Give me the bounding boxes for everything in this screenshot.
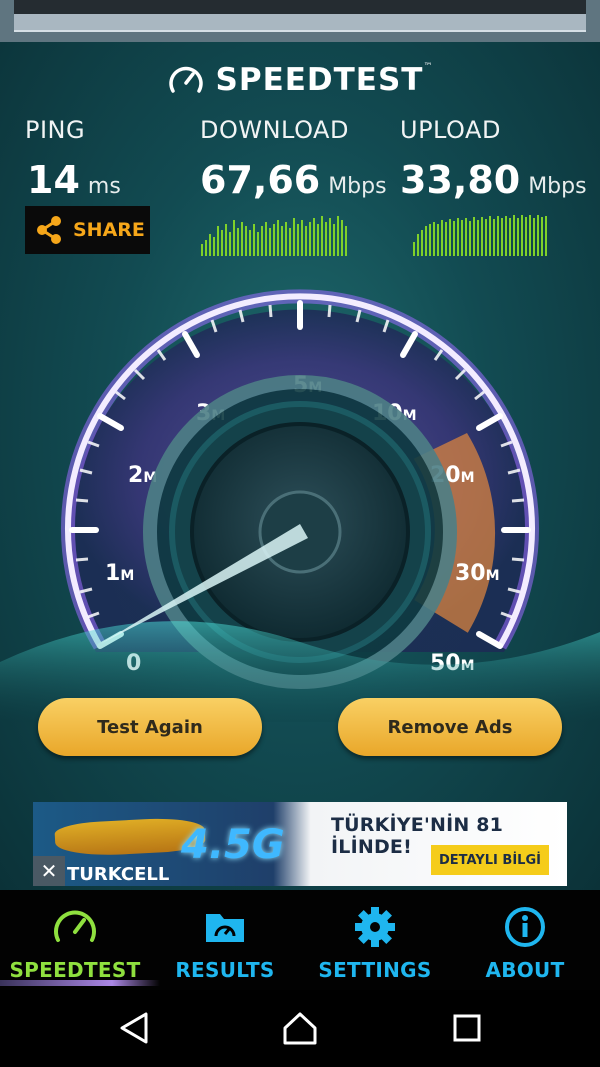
upload-label: UPLOAD: [400, 116, 501, 144]
ping-label: PING: [25, 116, 86, 144]
tab-about-label: ABOUT: [485, 958, 565, 982]
ad-brand: TURKCELL: [67, 864, 170, 885]
ad-tag: 4.5G: [181, 822, 285, 868]
tab-settings[interactable]: SETTINGS: [300, 890, 450, 990]
logo-text: SPEEDTEST: [215, 62, 424, 98]
ping-value: 14 ms: [27, 158, 121, 202]
download-unit: Mbps: [328, 174, 387, 199]
speedometer-logo-icon: [168, 66, 203, 93]
download-label: DOWNLOAD: [200, 116, 349, 144]
status-bar-strip: [14, 0, 586, 32]
upload-sparkline: [413, 215, 547, 256]
home-icon[interactable]: [280, 1008, 320, 1048]
tab-results[interactable]: RESULTS: [150, 890, 300, 990]
download-number: 67,66: [200, 158, 321, 202]
speedtest-logo: SPEEDTEST™: [0, 62, 600, 98]
upload-unit: Mbps: [528, 174, 587, 199]
ad-cta-button[interactable]: DETAYLI BİLGİ: [431, 845, 549, 875]
download-sparkline: [201, 216, 347, 256]
download-value: 67,66 Mbps: [200, 158, 387, 202]
info-icon: [505, 907, 545, 947]
results-folder-icon: [206, 914, 244, 942]
ad-close-button[interactable]: ✕: [33, 856, 65, 886]
share-button[interactable]: SHARE: [25, 206, 150, 254]
remove-ads-button[interactable]: Remove Ads: [338, 698, 562, 756]
tab-results-label: RESULTS: [175, 958, 275, 982]
gear-icon: [355, 907, 395, 947]
speed-gauge: 0 1M 2M 3M 5M 10M 20M 30M 50M: [0, 289, 600, 722]
upload-number: 33,80: [400, 158, 521, 202]
speedometer-icon: [54, 910, 96, 942]
tab-speedtest-label: SPEEDTEST: [9, 958, 141, 982]
tab-speedtest[interactable]: SPEEDTEST: [0, 890, 160, 990]
recents-icon[interactable]: [447, 1008, 487, 1048]
tab-settings-label: SETTINGS: [318, 958, 432, 982]
share-icon: [37, 216, 61, 244]
share-label: SHARE: [73, 219, 145, 241]
ping-unit: ms: [87, 174, 121, 199]
tab-about[interactable]: ABOUT: [450, 890, 600, 990]
status-bar: [0, 0, 600, 42]
back-icon[interactable]: [114, 1008, 154, 1048]
ping-number: 14: [27, 158, 80, 202]
system-nav-bar: [0, 990, 600, 1067]
speedtest-screen: SPEEDTEST™ PING DOWNLOAD UPLOAD 14 ms 67,…: [0, 42, 600, 890]
ad-banner[interactable]: 4.5G TÜRKİYE'NİN 81 İLİNDE! DETAYLI BİLG…: [33, 802, 567, 886]
test-again-button[interactable]: Test Again: [38, 698, 262, 756]
logo-trademark: ™: [423, 62, 433, 72]
upload-value: 33,80 Mbps: [400, 158, 587, 202]
bottom-tab-bar: SPEEDTEST RESULTS SETTINGS ABOUT: [0, 890, 600, 990]
